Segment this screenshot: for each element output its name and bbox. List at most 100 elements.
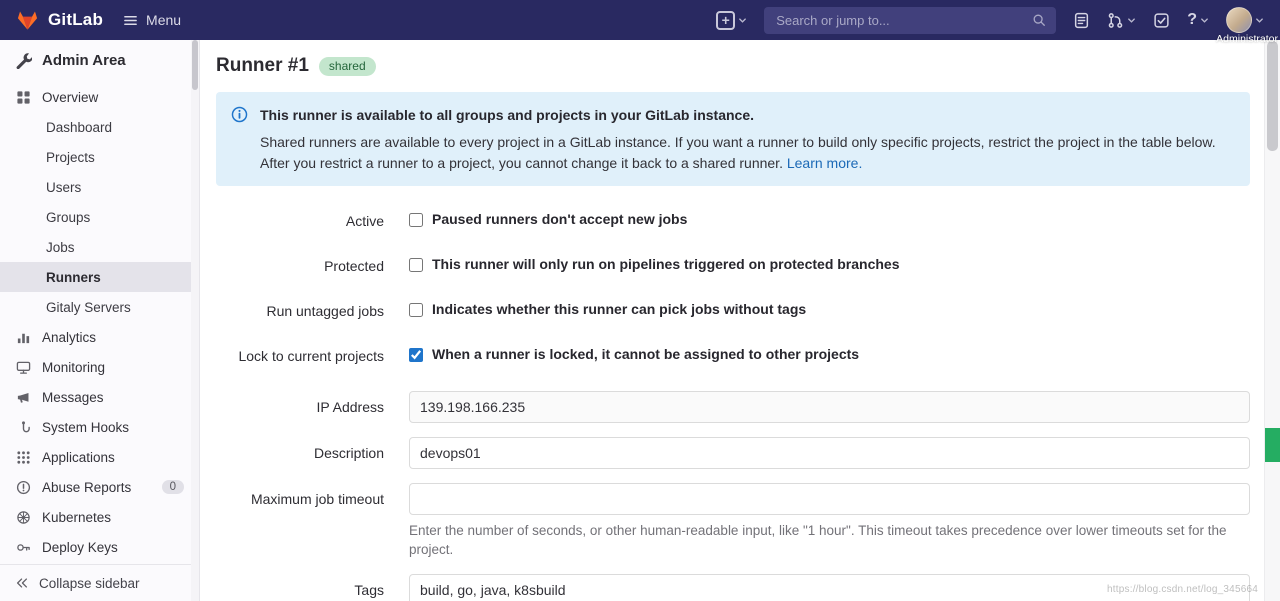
ip-address-input[interactable] (409, 391, 1250, 423)
form-row-lock-projects: Lock to current projects When a runner i… (216, 346, 1250, 364)
sidebar-item-label: Analytics (42, 330, 96, 345)
new-menu-button[interactable]: + (716, 11, 747, 30)
csdn-watermark: https://blog.csdn.net/log_345664 (1107, 584, 1258, 595)
protected-checkbox[interactable] (409, 258, 423, 272)
active-checkbox[interactable] (409, 213, 423, 227)
collapse-chevrons-icon (15, 576, 29, 590)
chevron-down-icon (1255, 16, 1264, 25)
menu-label: Menu (146, 12, 181, 28)
description-label: Description (216, 437, 384, 461)
help-icon: ? (1187, 12, 1197, 28)
megaphone-icon (15, 390, 31, 405)
sidebar-item-users[interactable]: Users (0, 172, 199, 202)
sidebar-item-label: Groups (46, 210, 90, 225)
sidebar-item-label: Deploy Keys (42, 540, 118, 555)
admin-area-title: Admin Area (42, 52, 126, 69)
search-icon (1032, 13, 1046, 27)
menu-button[interactable]: Menu (123, 12, 181, 28)
sidebar-item-gitaly-servers[interactable]: Gitaly Servers (0, 292, 199, 322)
lock-projects-checkbox[interactable] (409, 348, 423, 362)
max-timeout-label: Maximum job timeout (216, 483, 384, 507)
sidebar-item-system-hooks[interactable]: System Hooks (0, 412, 199, 442)
alert-circle-icon (15, 480, 31, 495)
wrench-icon (15, 52, 32, 69)
form-row-max-timeout: Maximum job timeout Enter the number of … (216, 483, 1250, 560)
chevron-down-icon (738, 16, 747, 25)
sidebar-item-analytics[interactable]: Analytics (0, 322, 199, 352)
form-row-tags: Tags You can set up jobs to only use run… (216, 574, 1250, 601)
shared-runner-info-alert: This runner is available to all groups a… (216, 92, 1250, 186)
learn-more-link[interactable]: Learn more. (787, 155, 862, 171)
chevron-down-icon (1200, 16, 1209, 25)
hook-icon (15, 420, 31, 435)
analytics-icon (15, 330, 31, 345)
page-scrollbar-track (1264, 40, 1280, 601)
sidebar-item-jobs[interactable]: Jobs (0, 232, 199, 262)
sidebar-item-overview[interactable]: Overview (0, 82, 199, 112)
lock-projects-checkbox-label: When a runner is locked, it cannot be as… (432, 346, 859, 362)
shared-badge: shared (319, 57, 376, 76)
sidebar-item-runners[interactable]: Runners (0, 262, 199, 292)
active-checkbox-label: Paused runners don't accept new jobs (432, 211, 687, 227)
sidebar-item-label: Dashboard (46, 120, 112, 135)
hamburger-icon (123, 13, 138, 28)
runner-edit-page: Runner #1 shared This runner is availabl… (201, 40, 1264, 601)
sidebar-scrollbar-thumb[interactable] (192, 40, 198, 90)
brand-name: GitLab (48, 10, 103, 30)
kubernetes-icon (15, 510, 31, 525)
collapse-sidebar-button[interactable]: Collapse sidebar (0, 564, 199, 601)
search-box[interactable] (764, 7, 1056, 34)
gitlab-home-link[interactable]: GitLab (16, 9, 103, 32)
user-menu-button[interactable] (1226, 7, 1264, 33)
sidebar-item-messages[interactable]: Messages (0, 382, 199, 412)
search-input[interactable] (774, 12, 1032, 29)
monitoring-icon (15, 360, 31, 375)
max-timeout-input[interactable] (409, 483, 1250, 515)
applications-grid-icon (15, 450, 31, 465)
sidebar-item-dashboard[interactable]: Dashboard (0, 112, 199, 142)
sidebar-item-label: Abuse Reports (42, 480, 131, 495)
alert-body-text: Shared runners are available to every pr… (260, 134, 1216, 170)
collapse-sidebar-label: Collapse sidebar (39, 576, 140, 591)
runner-settings-form: Active Paused runners don't accept new j… (216, 211, 1250, 601)
form-row-ip-address: IP Address (216, 391, 1250, 423)
gitlab-tanuki-icon (16, 9, 39, 32)
run-untagged-checkbox[interactable] (409, 303, 423, 317)
sidebar-item-label: Users (46, 180, 81, 195)
plus-icon: + (716, 11, 735, 30)
form-row-protected: Protected This runner will only run on p… (216, 256, 1250, 274)
info-icon (231, 106, 248, 123)
sidebar-item-kubernetes[interactable]: Kubernetes (0, 502, 199, 532)
form-row-active: Active Paused runners don't accept new j… (216, 211, 1250, 229)
form-row-description: Description (216, 437, 1250, 469)
sidebar-item-abuse-reports[interactable]: Abuse Reports 0 (0, 472, 199, 502)
issues-button[interactable] (1073, 12, 1090, 29)
alert-title: This runner is available to all groups a… (260, 105, 1234, 125)
sidebar-item-applications[interactable]: Applications (0, 442, 199, 472)
sidebar-item-label: Overview (42, 90, 98, 105)
top-navbar: GitLab Menu + (0, 0, 1280, 40)
admin-area-header[interactable]: Admin Area (0, 40, 199, 78)
sidebar-nav: Overview Dashboard Projects Users Groups… (0, 82, 199, 562)
ip-address-label: IP Address (216, 391, 384, 415)
merge-request-icon (1107, 12, 1124, 29)
protected-label: Protected (216, 256, 384, 274)
todos-button[interactable] (1153, 12, 1170, 29)
overview-icon (15, 90, 31, 105)
sidebar-item-label: System Hooks (42, 420, 129, 435)
sidebar-item-monitoring[interactable]: Monitoring (0, 352, 199, 382)
active-label: Active (216, 211, 384, 229)
description-input[interactable] (409, 437, 1250, 469)
help-button[interactable]: ? (1187, 12, 1209, 28)
abuse-reports-count-badge: 0 (162, 480, 184, 494)
sidebar-item-groups[interactable]: Groups (0, 202, 199, 232)
sidebar-scrollbar-track (191, 40, 199, 601)
chevron-down-icon (1127, 16, 1136, 25)
merge-requests-button[interactable] (1107, 12, 1136, 29)
page-scrollbar-thumb[interactable] (1267, 41, 1278, 151)
avatar (1226, 7, 1252, 33)
form-row-run-untagged: Run untagged jobs Indicates whether this… (216, 301, 1250, 319)
sidebar-item-label: Jobs (46, 240, 75, 255)
sidebar-item-deploy-keys[interactable]: Deploy Keys (0, 532, 199, 562)
sidebar-item-projects[interactable]: Projects (0, 142, 199, 172)
